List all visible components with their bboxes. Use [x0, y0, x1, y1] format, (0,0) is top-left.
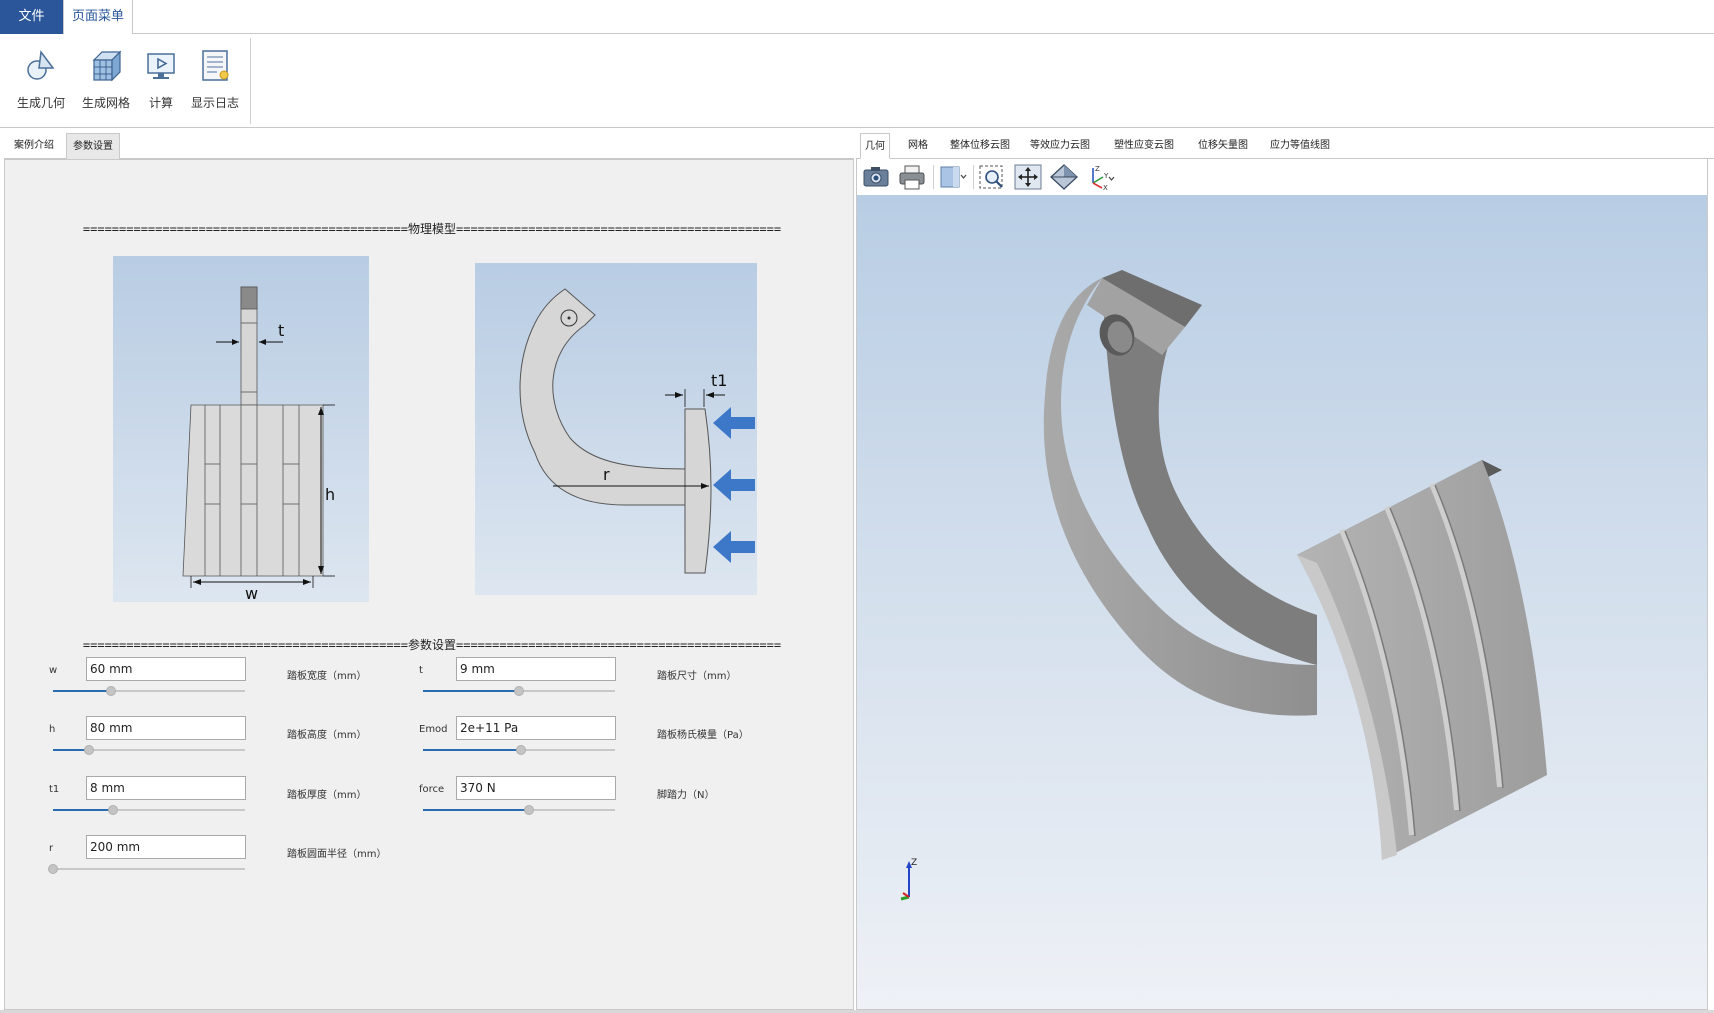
tab-parameter-settings[interactable]: 参数设置	[66, 133, 120, 159]
tab-equivalent-stress[interactable]: 等效应力云图	[1026, 133, 1094, 159]
slider-thumb[interactable]	[48, 864, 58, 874]
param-w-label: w	[49, 665, 58, 676]
slider-thumb[interactable]	[523, 805, 534, 815]
param-t1-slider[interactable]	[53, 805, 245, 815]
param-h-description: 踏板高度（mm）	[287, 730, 367, 741]
param-t-input[interactable]: 9 mm	[456, 657, 616, 681]
param-t1-description: 踏板厚度（mm）	[287, 790, 367, 801]
ribbon-panel: 生成几何 生成网格 计算 显示日志	[0, 34, 1714, 128]
geometry-icon	[27, 50, 55, 80]
axis-z-label: Z	[911, 858, 917, 868]
param-r-label: r	[49, 843, 54, 854]
slider-fill	[53, 690, 111, 692]
tab-page-menu[interactable]: 页面菜单	[63, 0, 133, 35]
param-r-description: 踏板圆面半径（mm）	[287, 849, 387, 860]
label-t1: t1	[711, 371, 727, 390]
param-r-input[interactable]: 200 mm	[86, 835, 246, 859]
3d-viewport[interactable]: Z	[856, 195, 1708, 1010]
pedal-front-view-figure: t h w	[113, 256, 369, 602]
pedal-3d-model[interactable]	[857, 195, 1708, 1010]
slider-fill	[423, 809, 529, 811]
ribbon-tab-bar: 文件 页面菜单	[0, 0, 1714, 35]
slider-fill	[423, 690, 519, 692]
generate-geometry-button[interactable]: 生成几何	[8, 44, 74, 124]
param-w-slider[interactable]	[53, 686, 245, 696]
slider-thumb[interactable]	[515, 745, 526, 755]
axes-orientation-icon[interactable]: Z Y X	[1085, 163, 1115, 191]
show-log-label: 显示日志	[190, 96, 239, 110]
parameter-panel: ========================================…	[4, 159, 854, 1010]
param-h-label: h	[49, 724, 56, 735]
mesh-icon	[92, 50, 122, 82]
tab-mesh[interactable]: 网格	[904, 133, 932, 159]
zoom-window-icon[interactable]	[977, 163, 1007, 191]
tab-plastic-strain[interactable]: 塑性应变云图	[1110, 133, 1178, 159]
section-parameter-settings: ========================================…	[82, 638, 782, 652]
tab-geometry[interactable]: 几何	[860, 133, 890, 159]
section-physical-model: ========================================…	[82, 222, 782, 236]
print-icon[interactable]	[897, 163, 927, 191]
param-force-label: force	[419, 784, 445, 795]
param-t-description: 踏板尺寸（mm）	[657, 671, 737, 682]
toolbar-separator	[933, 165, 934, 189]
log-icon	[202, 50, 229, 81]
tab-total-displacement[interactable]: 整体位移云图	[946, 133, 1014, 159]
label-w: w	[245, 584, 258, 602]
label-h: h	[325, 485, 335, 504]
svg-text:Z: Z	[1095, 165, 1100, 173]
tab-file[interactable]: 文件	[0, 0, 63, 34]
param-emod-slider[interactable]	[423, 745, 615, 755]
param-t1-label: t1	[49, 784, 60, 795]
param-emod-input[interactable]: 2e+11 Pa	[456, 716, 616, 740]
param-h-slider[interactable]	[53, 745, 245, 755]
label-t: t	[278, 321, 284, 340]
axis-triad: Z	[900, 858, 917, 901]
param-r-slider[interactable]	[48, 864, 245, 874]
viewer-tab-bar: 几何 网格 整体位移云图 等效应力云图 塑性应变云图 位移矢量图 应力等值线图	[856, 131, 1714, 159]
fit-view-icon[interactable]	[1049, 163, 1079, 191]
param-emod-description: 踏板杨氏模量（Pa）	[657, 730, 749, 741]
show-log-button[interactable]: 显示日志	[182, 44, 248, 124]
slider-fill	[423, 749, 521, 751]
tab-displacement-vector[interactable]: 位移矢量图	[1194, 133, 1252, 159]
pedal-side-view-figure: t1 r	[475, 263, 757, 595]
param-force-input[interactable]: 370 N	[456, 776, 616, 800]
param-t1-input[interactable]: 8 mm	[86, 776, 246, 800]
display-mode-icon[interactable]	[937, 163, 967, 191]
compute-icon	[147, 53, 175, 79]
param-emod-label: Emod	[419, 724, 448, 735]
generate-geometry-label: 生成几何	[16, 96, 65, 110]
label-r: r	[603, 465, 610, 484]
toolbar-separator	[973, 165, 974, 189]
svg-text:Y: Y	[1103, 172, 1109, 180]
param-h-input[interactable]: 80 mm	[86, 716, 246, 740]
svg-text:X: X	[1103, 184, 1108, 191]
slider-track	[53, 868, 245, 870]
camera-icon[interactable]	[861, 163, 891, 191]
left-tab-bar: 案例介绍 参数设置	[4, 131, 854, 159]
pan-icon[interactable]	[1013, 163, 1043, 191]
ribbon-separator	[250, 38, 251, 124]
tab-case-intro[interactable]: 案例介绍	[8, 133, 60, 159]
param-force-slider[interactable]	[423, 805, 615, 815]
param-t-slider[interactable]	[423, 686, 615, 696]
slider-thumb[interactable]	[107, 805, 118, 815]
tab-stress-contour[interactable]: 应力等值线图	[1266, 133, 1334, 159]
slider-fill	[53, 809, 113, 811]
param-w-description: 踏板宽度（mm）	[287, 671, 367, 682]
param-t-label: t	[419, 665, 423, 676]
viewer-toolbar: Z Y X	[856, 159, 1708, 195]
slider-thumb[interactable]	[514, 686, 524, 696]
slider-thumb[interactable]	[84, 745, 95, 755]
param-force-description: 脚踏力（N）	[657, 790, 715, 801]
slider-thumb[interactable]	[105, 686, 116, 696]
param-w-input[interactable]: 60 mm	[86, 657, 246, 681]
